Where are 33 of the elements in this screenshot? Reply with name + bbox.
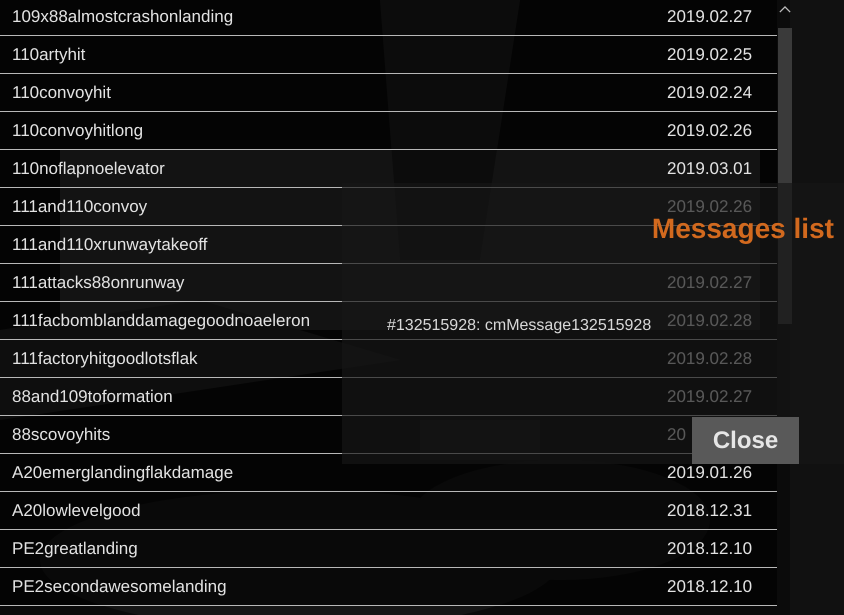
close-button[interactable]: Close [692,417,799,464]
record-name[interactable]: 111and110xrunwaytakeoff [12,234,208,254]
record-name[interactable]: 111attacks88onrunway [12,272,184,292]
scroll-up-icon[interactable] [779,6,791,13]
record-date: 2019.02.26 [667,120,752,140]
record-date: 2019.02.28 [667,348,752,368]
record-date: 2018.12.31 [667,500,752,520]
record-date: 2019.02.27 [667,386,752,406]
record-date: 2019.03.01 [667,158,752,178]
record-date: 2019.02.24 [667,82,752,102]
record-name[interactable]: 111factoryhitgoodlotsflak [12,348,198,368]
record-name[interactable]: 110noflapnoelevator [12,158,165,178]
record-name[interactable]: 88scovoyhits [12,424,110,444]
record-name[interactable]: 110artyhit [12,44,86,64]
record-date: 2019.02.27 [667,6,752,26]
message-text: #132515928: cmMessage132515928 [387,317,652,335]
record-date: 2019.02.28 [667,310,752,330]
record-name[interactable]: 109x88almostcrashonlanding [12,6,234,26]
record-name[interactable]: PE2secondawesomelanding [12,576,227,596]
record-date: 2018.12.10 [667,576,752,596]
record-name[interactable]: A20lowlevelgood [12,500,141,520]
record-date: 2018.12.10 [667,538,752,558]
record-date: 2019.02.25 [667,44,752,64]
record-name[interactable]: PE2greatlanding [12,538,138,558]
record-name[interactable]: 110convoyhitlong [12,120,144,140]
record-name[interactable]: 111and110convoy [12,196,148,216]
record-name[interactable]: A20emerglandingflakdamage [12,462,234,482]
record-date: 2019.02.27 [667,272,752,292]
record-name[interactable]: 111facbomblanddamagegoodnoaeleron [12,310,310,330]
record-name[interactable]: 88and109toformation [12,386,173,406]
record-date: 20 [667,424,686,444]
record-date: 2019.01.26 [667,462,752,482]
record-name[interactable]: 110convoyhit [12,82,111,102]
